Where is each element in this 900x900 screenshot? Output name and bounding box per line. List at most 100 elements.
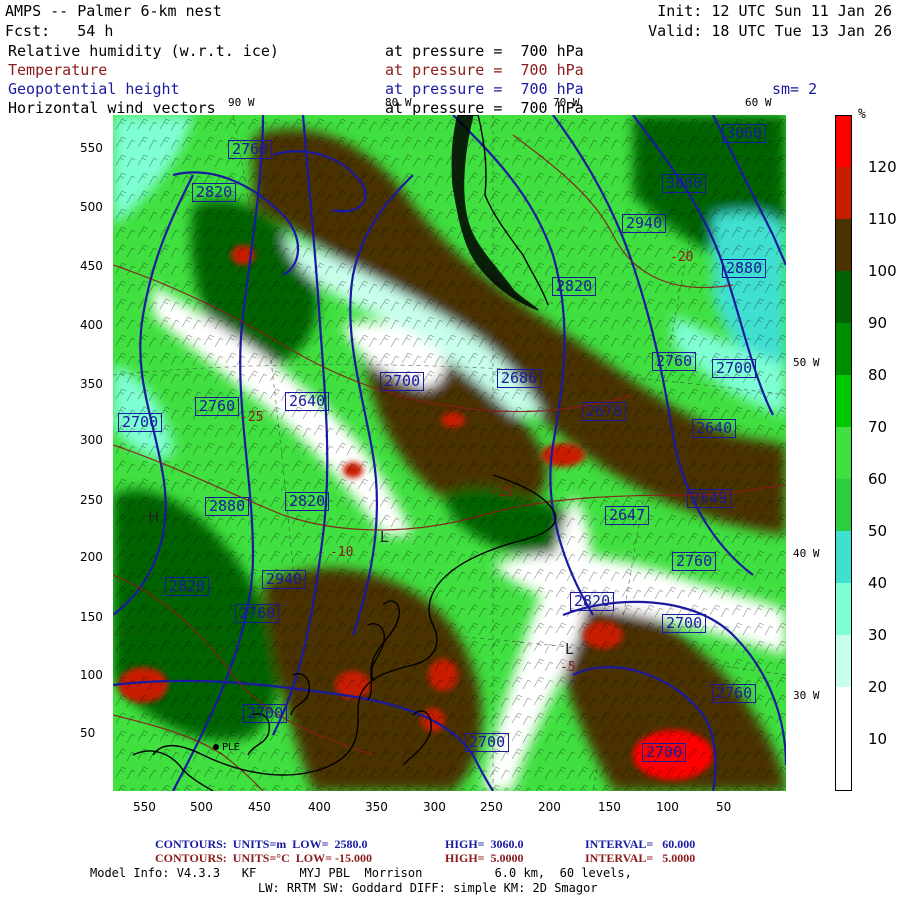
height-contour-label: 2649 (687, 489, 732, 508)
meridian-label: 70 W (553, 96, 580, 109)
colorbar-label: 20 (868, 678, 888, 696)
x-tick-label: 400 (308, 800, 331, 814)
height-contour-label: 2700 (465, 733, 510, 752)
colorbar-label: 60 (868, 470, 888, 488)
temperature-contour-label: -10 (330, 545, 354, 560)
meridian-label: 80 W (385, 96, 412, 109)
meridian-label: 40 W (793, 547, 820, 560)
footer-height-contours: CONTOURS: UNITS=m LOW= 2580.0 (155, 837, 368, 851)
height-contour-label: 2640 (692, 419, 737, 438)
height-contour-label: 2700 (662, 614, 707, 633)
x-tick-label: 250 (480, 800, 503, 814)
colorbar-label: 40 (868, 574, 888, 592)
x-tick-label: 300 (423, 800, 446, 814)
temperature-contour-label: -5 (560, 660, 576, 675)
temperature-contour-label: -25 (240, 410, 264, 425)
y-tick-label: 50 (80, 726, 96, 740)
colorbar-label: 100 (868, 262, 897, 280)
y-tick-label: 500 (80, 200, 103, 214)
footer-temp-interval: INTERVAL= 5.0000 (585, 851, 696, 865)
colorbar-label: 50 (868, 522, 888, 540)
x-tick-label: 150 (598, 800, 621, 814)
footer-temp-contours: CONTOURS: UNITS=°C LOW= -15.000 (155, 851, 372, 865)
colorbar (835, 115, 852, 792)
field-rh-level: at pressure = 700 hPa (385, 42, 584, 60)
y-tick-label: 400 (80, 318, 103, 332)
y-tick-label: 100 (80, 668, 103, 682)
footer-height-high: HIGH= 3060.0 (445, 837, 524, 851)
weather-map (113, 115, 786, 791)
field-wind-name: Horizontal wind vectors (8, 99, 216, 117)
temperature-contour-label: -15 (490, 485, 514, 500)
forecast-hour: Fcst: 54 h (5, 22, 114, 40)
field-rh-name: Relative humidity (w.r.t. ice) (8, 42, 279, 60)
height-contour-label: 2820 (285, 492, 330, 511)
height-contour-label: 3060 (722, 124, 767, 143)
height-contour-label: 2820 (570, 592, 615, 611)
meridian-label: 50 W (793, 356, 820, 369)
temperature-contour-label: -20 (670, 250, 694, 265)
valid-time: Valid: 18 UTC Tue 13 Jan 26 (648, 22, 892, 40)
x-tick-label: 350 (365, 800, 388, 814)
colorbar-label: 120 (868, 158, 897, 176)
height-contour-label: 2700 (380, 372, 425, 391)
station-label: PLE (222, 742, 240, 753)
y-tick-label: 250 (80, 493, 103, 507)
height-contour-label: 2820 (552, 277, 597, 296)
smoothing-label: sm= 2 (772, 80, 818, 98)
height-contour-label: 2880 (205, 497, 250, 516)
height-contour-label: 2880 (722, 259, 767, 278)
colorbar-label: 10 (868, 730, 888, 748)
y-tick-label: 200 (80, 550, 103, 564)
height-contour-label: 2940 (262, 570, 307, 589)
x-tick-label: 550 (133, 800, 156, 814)
height-contour-label: 2820 (192, 183, 237, 202)
height-contour-label: 2760 (228, 140, 273, 159)
field-height-name: Geopotential height (8, 80, 180, 98)
height-contour-label: 2760 (195, 397, 240, 416)
rh-shading (113, 115, 786, 791)
height-contour-label: 2647 (605, 506, 650, 525)
model-info-physics: LW: RRTM SW: Goddard DIFF: simple KM: 2D… (258, 881, 598, 895)
model-title: AMPS -- Palmer 6-km nest (5, 2, 222, 20)
y-tick-label: 150 (80, 610, 103, 624)
station-marker (213, 744, 219, 750)
colorbar-unit: % (858, 107, 866, 122)
x-tick-label: 500 (190, 800, 213, 814)
meridian-label: 90 W (228, 96, 255, 109)
x-tick-label: 450 (248, 800, 271, 814)
colorbar-label: 30 (868, 626, 888, 644)
model-info: Model Info: V4.3.3 KF MYJ PBL Morrison 6… (90, 866, 632, 880)
y-tick-label: 550 (80, 141, 103, 155)
height-contour-label: 2940 (622, 214, 667, 233)
height-contour-label: 2686 (497, 369, 542, 388)
height-contour-label: 2760 (712, 684, 757, 703)
meridian-label: 60 W (745, 96, 772, 109)
y-tick-label: 350 (80, 377, 103, 391)
footer-temp-high: HIGH= 5.0000 (445, 851, 524, 865)
pressure-center-marker: H (148, 508, 160, 526)
height-contour-label: 2760 (672, 552, 717, 571)
colorbar-label: 80 (868, 366, 888, 384)
height-contour-label: 2640 (285, 392, 330, 411)
x-tick-label: 200 (538, 800, 561, 814)
x-tick-label: 100 (656, 800, 679, 814)
height-contour-label: 3000 (662, 174, 707, 193)
field-temp-name: Temperature (8, 61, 108, 79)
colorbar-label: 110 (868, 210, 897, 228)
init-time: Init: 12 UTC Sun 11 Jan 26 (657, 2, 892, 20)
pressure-center-marker: L (380, 528, 389, 546)
height-contour-label: 2760 (235, 604, 280, 623)
field-temp-level: at pressure = 700 hPa (385, 61, 584, 79)
height-contour-label: 2700 (118, 413, 163, 432)
height-contour-label: 2700 (243, 704, 288, 723)
pressure-center-marker: L (565, 640, 574, 658)
field-height-level: at pressure = 700 hPa (385, 80, 584, 98)
height-contour-label: 2670 (582, 402, 627, 421)
footer-height-interval: INTERVAL= 60.000 (585, 837, 696, 851)
height-contour-label: 2700 (712, 359, 757, 378)
y-tick-label: 300 (80, 433, 103, 447)
colorbar-label: 70 (868, 418, 888, 436)
colorbar-label: 90 (868, 314, 888, 332)
y-tick-label: 450 (80, 259, 103, 273)
